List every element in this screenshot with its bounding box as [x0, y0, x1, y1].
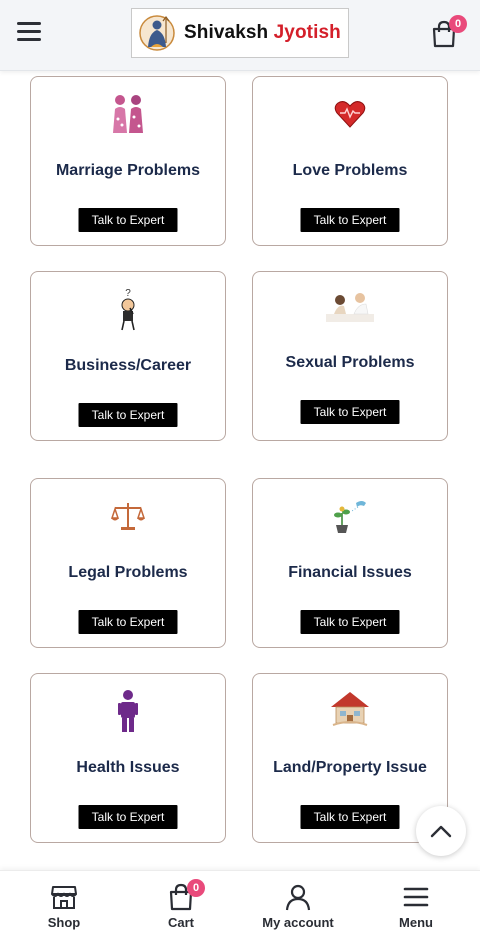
person-icon: [117, 688, 139, 734]
card-love-problems: Love Problems Talk to Expert: [252, 76, 448, 246]
brand-name: Shivaksh Jyotish: [184, 22, 341, 44]
brand-word-2: Jyotish: [273, 22, 341, 43]
hamburger-menu-icon[interactable]: [17, 22, 41, 42]
shop-icon: [50, 883, 78, 911]
card-title: Legal Problems: [68, 564, 188, 581]
nav-menu[interactable]: Menu: [356, 871, 476, 934]
nav-label: Menu: [399, 915, 433, 930]
thinking-person-icon: ?: [113, 286, 143, 334]
bottom-navigation: Shop Cart 0 My account Menu: [0, 870, 480, 934]
talk-to-expert-button[interactable]: Talk to Expert: [300, 208, 400, 232]
heart-icon: [333, 97, 367, 131]
talk-to-expert-button[interactable]: Talk to Expert: [78, 805, 178, 829]
talk-to-expert-button[interactable]: Talk to Expert: [300, 610, 400, 634]
card-title: Love Problems: [292, 162, 408, 179]
talk-to-expert-button[interactable]: Talk to Expert: [78, 610, 178, 634]
couple-bed-icon: [324, 290, 376, 326]
scroll-to-top-button[interactable]: [416, 806, 466, 856]
card-marriage-problems: Marriage Problems Talk to Expert: [30, 76, 226, 246]
card-sexual-problems: Sexual Problems Talk to Expert: [252, 271, 448, 441]
site-header: Shivaksh Jyotish 0: [0, 0, 480, 71]
talk-to-expert-button[interactable]: Talk to Expert: [78, 403, 178, 427]
nav-label: My account: [262, 915, 334, 930]
nav-my-account[interactable]: My account: [238, 871, 358, 934]
user-icon: [284, 883, 312, 911]
brand-word-1: Shivaksh: [184, 22, 269, 43]
card-title: Health Issues: [76, 759, 180, 776]
talk-to-expert-button[interactable]: Talk to Expert: [300, 400, 400, 424]
shiva-logo-icon: [138, 13, 176, 53]
menu-icon: [402, 883, 430, 911]
talk-to-expert-button[interactable]: Talk to Expert: [78, 208, 178, 232]
chevron-up-icon: [430, 825, 452, 838]
nav-label: Cart: [167, 915, 194, 930]
svg-text:?: ?: [125, 288, 131, 299]
scales-icon: [110, 499, 146, 533]
card-business-career: ? Business/Career Talk to Expert: [30, 271, 226, 441]
card-title: Sexual Problems: [285, 354, 415, 371]
card-legal-problems: Legal Problems Talk to Expert: [30, 478, 226, 648]
card-title: Business/Career: [64, 357, 192, 374]
couple-icon: [106, 93, 150, 137]
money-plant-icon: [330, 497, 370, 535]
cart-count-badge: 0: [449, 15, 467, 33]
nav-shop[interactable]: Shop: [4, 871, 124, 934]
card-title: Financial Issues: [288, 564, 412, 581]
cart-count-badge: 0: [187, 879, 205, 897]
nav-cart[interactable]: Cart: [121, 871, 241, 934]
card-title: Marriage Problems: [55, 162, 201, 179]
card-health-issues: Health Issues Talk to Expert: [30, 673, 226, 843]
nav-label: Shop: [47, 915, 81, 930]
house-icon: [328, 688, 372, 728]
site-logo[interactable]: Shivaksh Jyotish: [131, 8, 349, 58]
card-financial-issues: Financial Issues Talk to Expert: [252, 478, 448, 648]
talk-to-expert-button[interactable]: Talk to Expert: [300, 805, 400, 829]
card-title: Land/Property Issue: [273, 759, 427, 776]
